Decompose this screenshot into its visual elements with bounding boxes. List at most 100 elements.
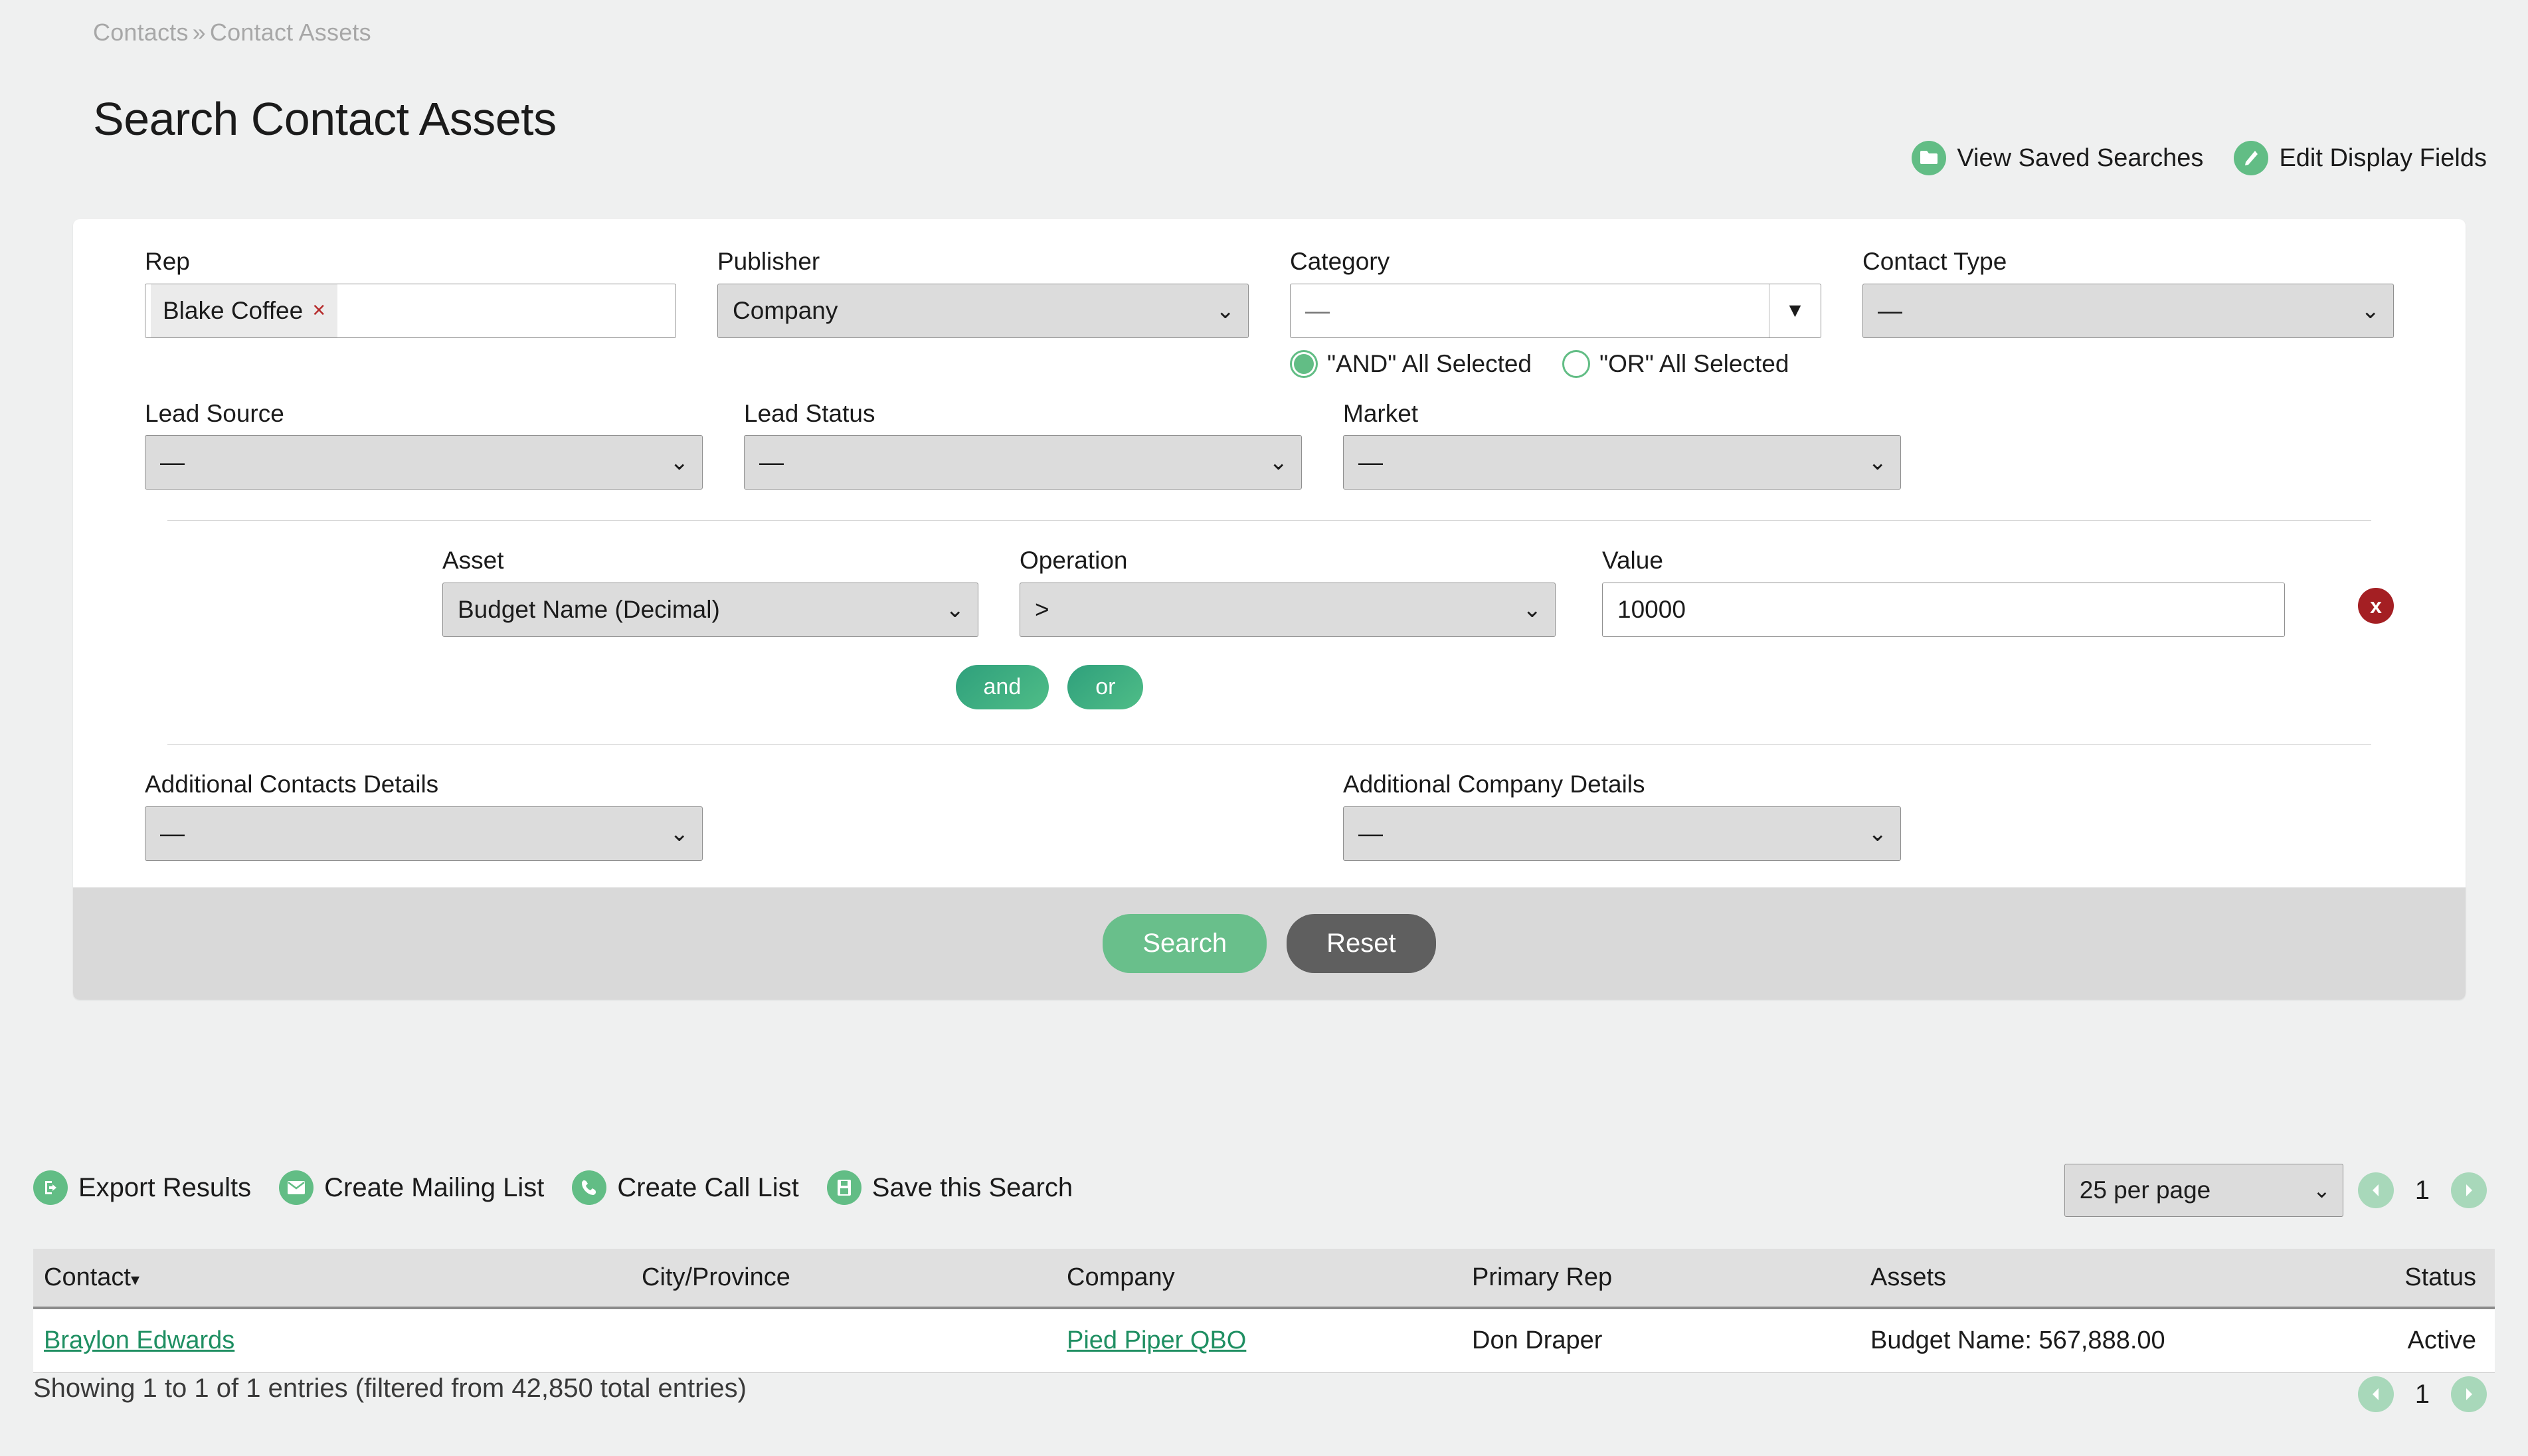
rep-label: Rep bbox=[145, 248, 190, 275]
lead-status-field: Lead Status — ⌄ bbox=[744, 400, 1302, 490]
cell-city-province bbox=[631, 1308, 1056, 1373]
lead-status-select[interactable]: — ⌄ bbox=[744, 435, 1302, 490]
save-this-search-label: Save this Search bbox=[871, 1172, 1073, 1202]
additional-company-value: — bbox=[1358, 819, 1383, 847]
market-field: Market — ⌄ bbox=[1343, 399, 1901, 490]
company-link[interactable]: Pied Piper QBO bbox=[1067, 1326, 1246, 1354]
contact-link[interactable]: Braylon Edwards bbox=[44, 1326, 234, 1354]
additional-contacts-field: Additional Contacts Details — ⌄ bbox=[145, 771, 703, 861]
additional-contacts-select[interactable]: — ⌄ bbox=[145, 806, 703, 861]
search-panel-footer: Search Reset bbox=[73, 887, 2466, 1000]
breadcrumb-current[interactable]: Contact Assets bbox=[210, 19, 371, 46]
next-page-button-top[interactable] bbox=[2451, 1172, 2487, 1208]
rep-token-remove-icon[interactable]: × bbox=[312, 298, 325, 323]
form-row-1: Rep Blake Coffee × Publisher Company ⌄ C… bbox=[145, 248, 2394, 378]
column-header-company[interactable]: Company bbox=[1056, 1249, 1461, 1309]
lead-status-value: — bbox=[759, 448, 784, 476]
value-field: Value 10000 bbox=[1602, 547, 2286, 638]
category-radio-or-label: "OR" All Selected bbox=[1599, 349, 1789, 377]
next-page-button-bottom[interactable] bbox=[2451, 1376, 2487, 1412]
publisher-select[interactable]: Company ⌄ bbox=[717, 283, 1249, 338]
asset-select[interactable]: Budget Name (Decimal) ⌄ bbox=[442, 583, 979, 638]
market-label: Market bbox=[1343, 399, 1419, 427]
radio-unselected-icon bbox=[1562, 349, 1591, 378]
column-header-contact-label: Contact bbox=[44, 1263, 131, 1291]
chevron-left-icon bbox=[2372, 1388, 2379, 1400]
create-call-list-label: Create Call List bbox=[617, 1172, 799, 1202]
edit-display-fields-action[interactable]: Edit Display Fields bbox=[2234, 141, 2487, 175]
column-header-assets[interactable]: Assets bbox=[1860, 1249, 2296, 1309]
category-radio-or[interactable]: "OR" All Selected bbox=[1562, 349, 1789, 378]
add-and-condition-button[interactable]: and bbox=[955, 665, 1049, 710]
chevron-down-icon: ⌄ bbox=[1868, 450, 1888, 476]
rep-input[interactable]: Blake Coffee × bbox=[145, 283, 676, 338]
value-input[interactable]: 10000 bbox=[1602, 583, 2286, 638]
showing-entries-text: Showing 1 to 1 of 1 entries (filtered fr… bbox=[33, 1374, 747, 1403]
chevron-down-icon: ⌄ bbox=[670, 450, 689, 476]
export-results-label: Export Results bbox=[78, 1172, 252, 1202]
column-header-city-province[interactable]: City/Province bbox=[631, 1249, 1056, 1309]
chevron-down-icon: ⌄ bbox=[2361, 298, 2381, 323]
market-select[interactable]: — ⌄ bbox=[1343, 435, 1901, 490]
results-actions: Export Results Create Mailing List Creat… bbox=[33, 1170, 1073, 1205]
additional-company-select[interactable]: — ⌄ bbox=[1343, 806, 1901, 861]
category-radio-and-label: "AND" All Selected bbox=[1327, 349, 1532, 377]
prev-page-button-top[interactable] bbox=[2357, 1172, 2394, 1208]
create-mailing-list-action[interactable]: Create Mailing List bbox=[279, 1170, 544, 1205]
criteria-row: Asset Budget Name (Decimal) ⌄ Operation … bbox=[145, 521, 2394, 638]
breadcrumb-parent[interactable]: Contacts bbox=[93, 19, 189, 46]
cell-primary-rep: Don Draper bbox=[1461, 1308, 1860, 1373]
radio-selected-icon bbox=[1290, 349, 1318, 378]
add-or-condition-button[interactable]: or bbox=[1067, 665, 1144, 710]
category-dropdown-arrow-icon[interactable]: ▼ bbox=[1769, 284, 1821, 337]
contact-type-label: Contact Type bbox=[1862, 248, 2007, 275]
current-page-bottom: 1 bbox=[2414, 1379, 2430, 1409]
chevron-down-icon: ⌄ bbox=[2312, 1178, 2331, 1202]
criteria-logic-pills: and or bbox=[145, 665, 2394, 710]
form-row-2: Lead Source — ⌄ Lead Status — ⌄ Market —… bbox=[145, 399, 2394, 490]
create-call-list-action[interactable]: Create Call List bbox=[572, 1170, 799, 1205]
delete-criteria-button[interactable]: x bbox=[2358, 588, 2394, 624]
edit-display-fields-label: Edit Display Fields bbox=[2279, 143, 2487, 172]
contact-type-value: — bbox=[1878, 296, 1902, 324]
publisher-label: Publisher bbox=[717, 248, 820, 275]
pagination-top: 25 per page ⌄ 1 bbox=[2064, 1164, 2487, 1217]
cell-assets: Budget Name: 567,888.00 bbox=[1860, 1308, 2296, 1373]
save-icon bbox=[826, 1170, 861, 1205]
column-header-primary-rep[interactable]: Primary Rep bbox=[1461, 1249, 1860, 1309]
chevron-right-icon bbox=[2466, 1388, 2472, 1400]
asset-label: Asset bbox=[442, 547, 504, 575]
rep-token-label: Blake Coffee bbox=[163, 296, 304, 324]
chevron-right-icon bbox=[2466, 1184, 2472, 1196]
per-page-select[interactable]: 25 per page ⌄ bbox=[2064, 1164, 2343, 1217]
contact-type-select[interactable]: — ⌄ bbox=[1862, 283, 2394, 338]
prev-page-button-bottom[interactable] bbox=[2357, 1376, 2394, 1412]
per-page-value: 25 per page bbox=[2079, 1176, 2211, 1204]
column-header-status[interactable]: Status bbox=[2296, 1249, 2495, 1309]
additional-contacts-label: Additional Contacts Details bbox=[145, 771, 439, 798]
lead-source-label: Lead Source bbox=[145, 399, 284, 427]
chevron-down-icon: ⌄ bbox=[670, 820, 689, 846]
value-label: Value bbox=[1602, 547, 1663, 575]
lead-source-select[interactable]: — ⌄ bbox=[145, 435, 703, 490]
lead-source-value: — bbox=[160, 448, 185, 476]
category-multiselect[interactable]: — ▼ bbox=[1290, 283, 1821, 338]
table-row: Braylon Edwards Pied Piper QBO Don Drape… bbox=[33, 1308, 2495, 1373]
category-radio-and[interactable]: "AND" All Selected bbox=[1290, 349, 1532, 378]
asset-value: Budget Name (Decimal) bbox=[458, 596, 720, 624]
operation-select[interactable]: > ⌄ bbox=[1020, 583, 1556, 638]
export-icon bbox=[33, 1170, 68, 1205]
save-this-search-action[interactable]: Save this Search bbox=[826, 1170, 1073, 1205]
top-actions: View Saved Searches Edit Display Fields bbox=[1912, 141, 2487, 175]
operation-field: Operation > ⌄ bbox=[1020, 547, 1556, 638]
search-button[interactable]: Search bbox=[1103, 913, 1267, 973]
search-contact-assets-page: Contacts» Contact Assets Search Contact A… bbox=[0, 0, 2528, 1456]
export-results-action[interactable]: Export Results bbox=[33, 1170, 251, 1205]
reset-button[interactable]: Reset bbox=[1287, 913, 1436, 973]
column-header-contact[interactable]: Contact▾ bbox=[33, 1249, 631, 1309]
cell-company: Pied Piper QBO bbox=[1056, 1308, 1461, 1373]
rep-field: Rep Blake Coffee × bbox=[145, 248, 676, 378]
view-saved-searches-action[interactable]: View Saved Searches bbox=[1912, 141, 2203, 175]
results-table-body: Braylon Edwards Pied Piper QBO Don Drape… bbox=[33, 1308, 2495, 1373]
view-saved-searches-label: View Saved Searches bbox=[1957, 143, 2204, 172]
